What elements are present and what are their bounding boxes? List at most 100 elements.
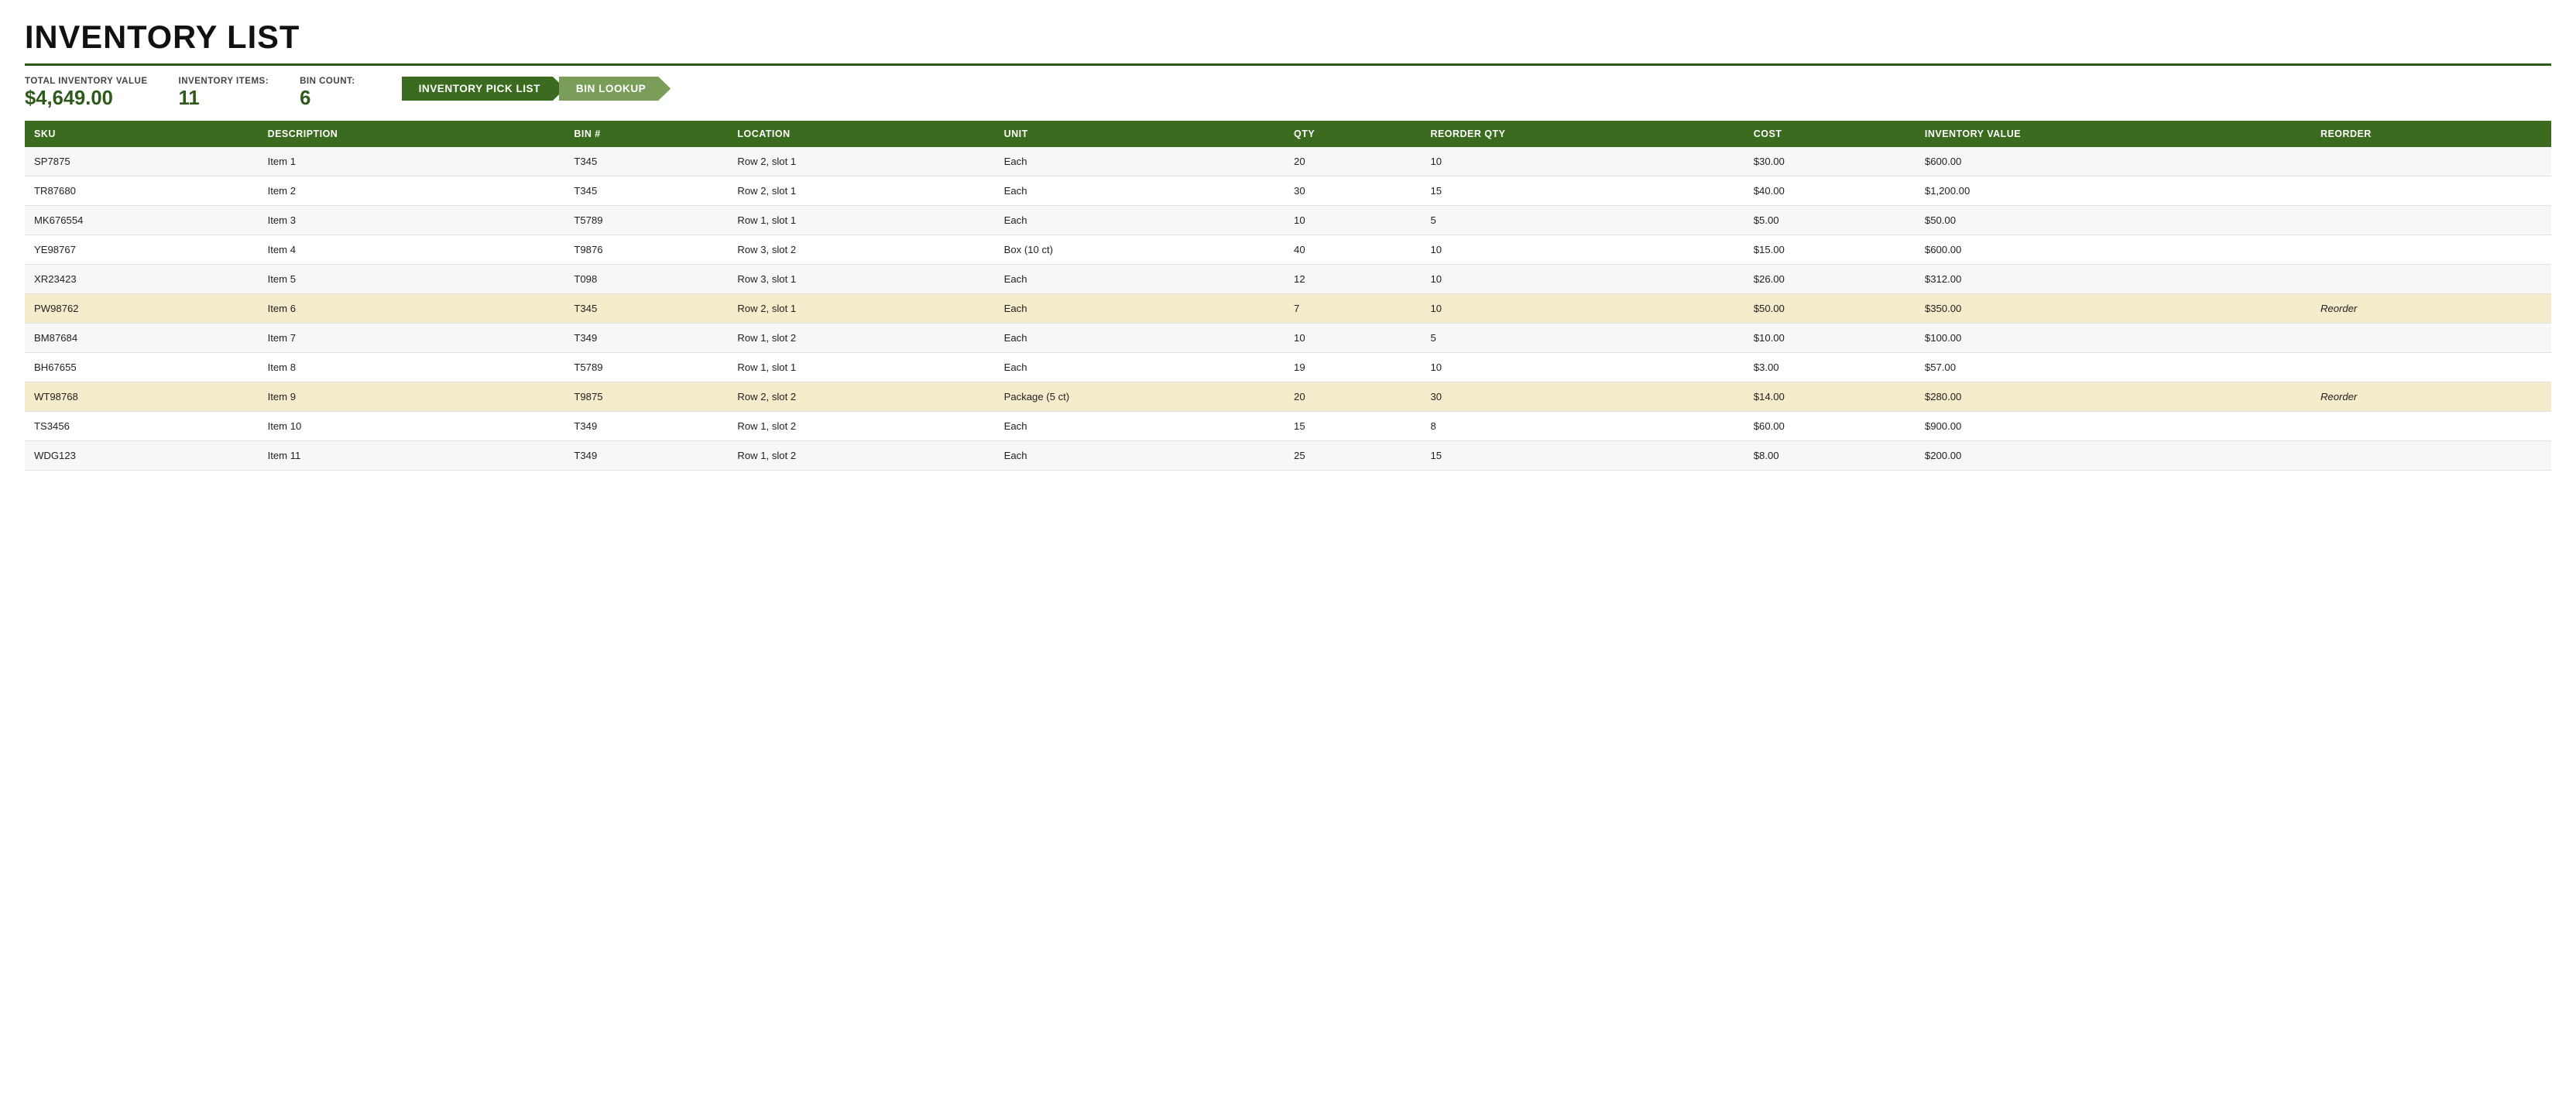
cell-reorder_qty: 15 (1421, 176, 1744, 206)
cell-bin: T098 (564, 265, 728, 294)
table-row: BH67655Item 8T5789Row 1, slot 1Each1910$… (25, 353, 2551, 382)
cell-bin: T5789 (564, 353, 728, 382)
cell-reorder (2311, 235, 2551, 265)
cell-description: Item 8 (259, 353, 565, 382)
page-title: INVENTORY LIST (25, 19, 2551, 56)
cell-reorder_qty: 10 (1421, 353, 1744, 382)
cell-bin: T9876 (564, 235, 728, 265)
cell-qty: 40 (1285, 235, 1421, 265)
cell-sku: BM87684 (25, 324, 259, 353)
cell-sku: TR87680 (25, 176, 259, 206)
cell-qty: 15 (1285, 412, 1421, 441)
title-underline (25, 63, 2551, 66)
cell-location: Row 1, slot 2 (728, 412, 994, 441)
column-header-reorder-qty: REORDER QTY (1421, 121, 1744, 147)
cell-sku: BH67655 (25, 353, 259, 382)
table-row: MK676554Item 3T5789Row 1, slot 1Each105$… (25, 206, 2551, 235)
total-inventory-label: TOTAL INVENTORY VALUE (25, 77, 148, 86)
cell-unit: Each (995, 441, 1285, 471)
cell-unit: Each (995, 324, 1285, 353)
cell-unit: Box (10 ct) (995, 235, 1285, 265)
bin-count-block: BIN COUNT: 6 (300, 77, 355, 110)
cell-reorder (2311, 176, 2551, 206)
cell-inv_value: $600.00 (1916, 147, 2311, 176)
column-header-inventory-value: INVENTORY VALUE (1916, 121, 2311, 147)
cell-cost: $14.00 (1744, 382, 1916, 412)
cell-cost: $60.00 (1744, 412, 1916, 441)
table-body: SP7875Item 1T345Row 2, slot 1Each2010$30… (25, 147, 2551, 471)
cell-unit: Package (5 ct) (995, 382, 1285, 412)
items-value: 11 (179, 87, 269, 110)
cell-unit: Each (995, 294, 1285, 324)
tab-pick-list[interactable]: INVENTORY PICK LIST (402, 77, 565, 101)
column-header-bin-#: BIN # (564, 121, 728, 147)
table-row: YE98767Item 4T9876Row 3, slot 2Box (10 c… (25, 235, 2551, 265)
nav-tabs: INVENTORY PICK LIST BIN LOOKUP (402, 77, 671, 101)
cell-reorder (2311, 441, 2551, 471)
cell-description: Item 2 (259, 176, 565, 206)
cell-reorder_qty: 10 (1421, 235, 1744, 265)
cell-bin: T349 (564, 324, 728, 353)
cell-inv_value: $600.00 (1916, 235, 2311, 265)
cell-reorder_qty: 10 (1421, 294, 1744, 324)
items-block: INVENTORY ITEMS: 11 (179, 77, 269, 110)
cell-description: Item 11 (259, 441, 565, 471)
table-row: PW98762Item 6T345Row 2, slot 1Each710$50… (25, 294, 2551, 324)
items-label: INVENTORY ITEMS: (179, 77, 269, 86)
header-row: SKUDESCRIPTIONBIN #LOCATIONUNITQTYREORDE… (25, 121, 2551, 147)
cell-cost: $30.00 (1744, 147, 1916, 176)
cell-sku: PW98762 (25, 294, 259, 324)
cell-reorder (2311, 147, 2551, 176)
cell-reorder: Reorder (2311, 294, 2551, 324)
cell-location: Row 2, slot 2 (728, 382, 994, 412)
cell-cost: $5.00 (1744, 206, 1916, 235)
column-header-qty: QTY (1285, 121, 1421, 147)
cell-unit: Each (995, 265, 1285, 294)
cell-reorder_qty: 30 (1421, 382, 1744, 412)
cell-qty: 20 (1285, 147, 1421, 176)
cell-sku: YE98767 (25, 235, 259, 265)
cell-unit: Each (995, 176, 1285, 206)
cell-reorder_qty: 10 (1421, 147, 1744, 176)
tab-bin-lookup[interactable]: BIN LOOKUP (559, 77, 671, 101)
cell-qty: 25 (1285, 441, 1421, 471)
cell-inv_value: $57.00 (1916, 353, 2311, 382)
cell-qty: 10 (1285, 324, 1421, 353)
cell-description: Item 3 (259, 206, 565, 235)
table-row: SP7875Item 1T345Row 2, slot 1Each2010$30… (25, 147, 2551, 176)
cell-inv_value: $1,200.00 (1916, 176, 2311, 206)
cell-description: Item 7 (259, 324, 565, 353)
cell-inv_value: $280.00 (1916, 382, 2311, 412)
cell-description: Item 4 (259, 235, 565, 265)
cell-location: Row 1, slot 2 (728, 441, 994, 471)
cell-description: Item 5 (259, 265, 565, 294)
cell-sku: TS3456 (25, 412, 259, 441)
cell-reorder_qty: 5 (1421, 206, 1744, 235)
cell-reorder (2311, 324, 2551, 353)
cell-reorder_qty: 10 (1421, 265, 1744, 294)
cell-unit: Each (995, 206, 1285, 235)
cell-bin: T349 (564, 441, 728, 471)
summary-row: TOTAL INVENTORY VALUE $4,649.00 INVENTOR… (25, 77, 2551, 110)
cell-description: Item 9 (259, 382, 565, 412)
cell-inv_value: $312.00 (1916, 265, 2311, 294)
cell-inv_value: $350.00 (1916, 294, 2311, 324)
cell-qty: 7 (1285, 294, 1421, 324)
cell-qty: 12 (1285, 265, 1421, 294)
cell-inv_value: $900.00 (1916, 412, 2311, 441)
table-row: TR87680Item 2T345Row 2, slot 1Each3015$4… (25, 176, 2551, 206)
cell-cost: $15.00 (1744, 235, 1916, 265)
cell-location: Row 3, slot 1 (728, 265, 994, 294)
cell-reorder (2311, 353, 2551, 382)
cell-sku: WDG123 (25, 441, 259, 471)
cell-qty: 20 (1285, 382, 1421, 412)
cell-reorder (2311, 206, 2551, 235)
total-inventory-value: $4,649.00 (25, 87, 148, 110)
cell-unit: Each (995, 353, 1285, 382)
cell-description: Item 1 (259, 147, 565, 176)
cell-cost: $26.00 (1744, 265, 1916, 294)
column-header-sku: SKU (25, 121, 259, 147)
cell-unit: Each (995, 412, 1285, 441)
cell-description: Item 6 (259, 294, 565, 324)
cell-bin: T9875 (564, 382, 728, 412)
